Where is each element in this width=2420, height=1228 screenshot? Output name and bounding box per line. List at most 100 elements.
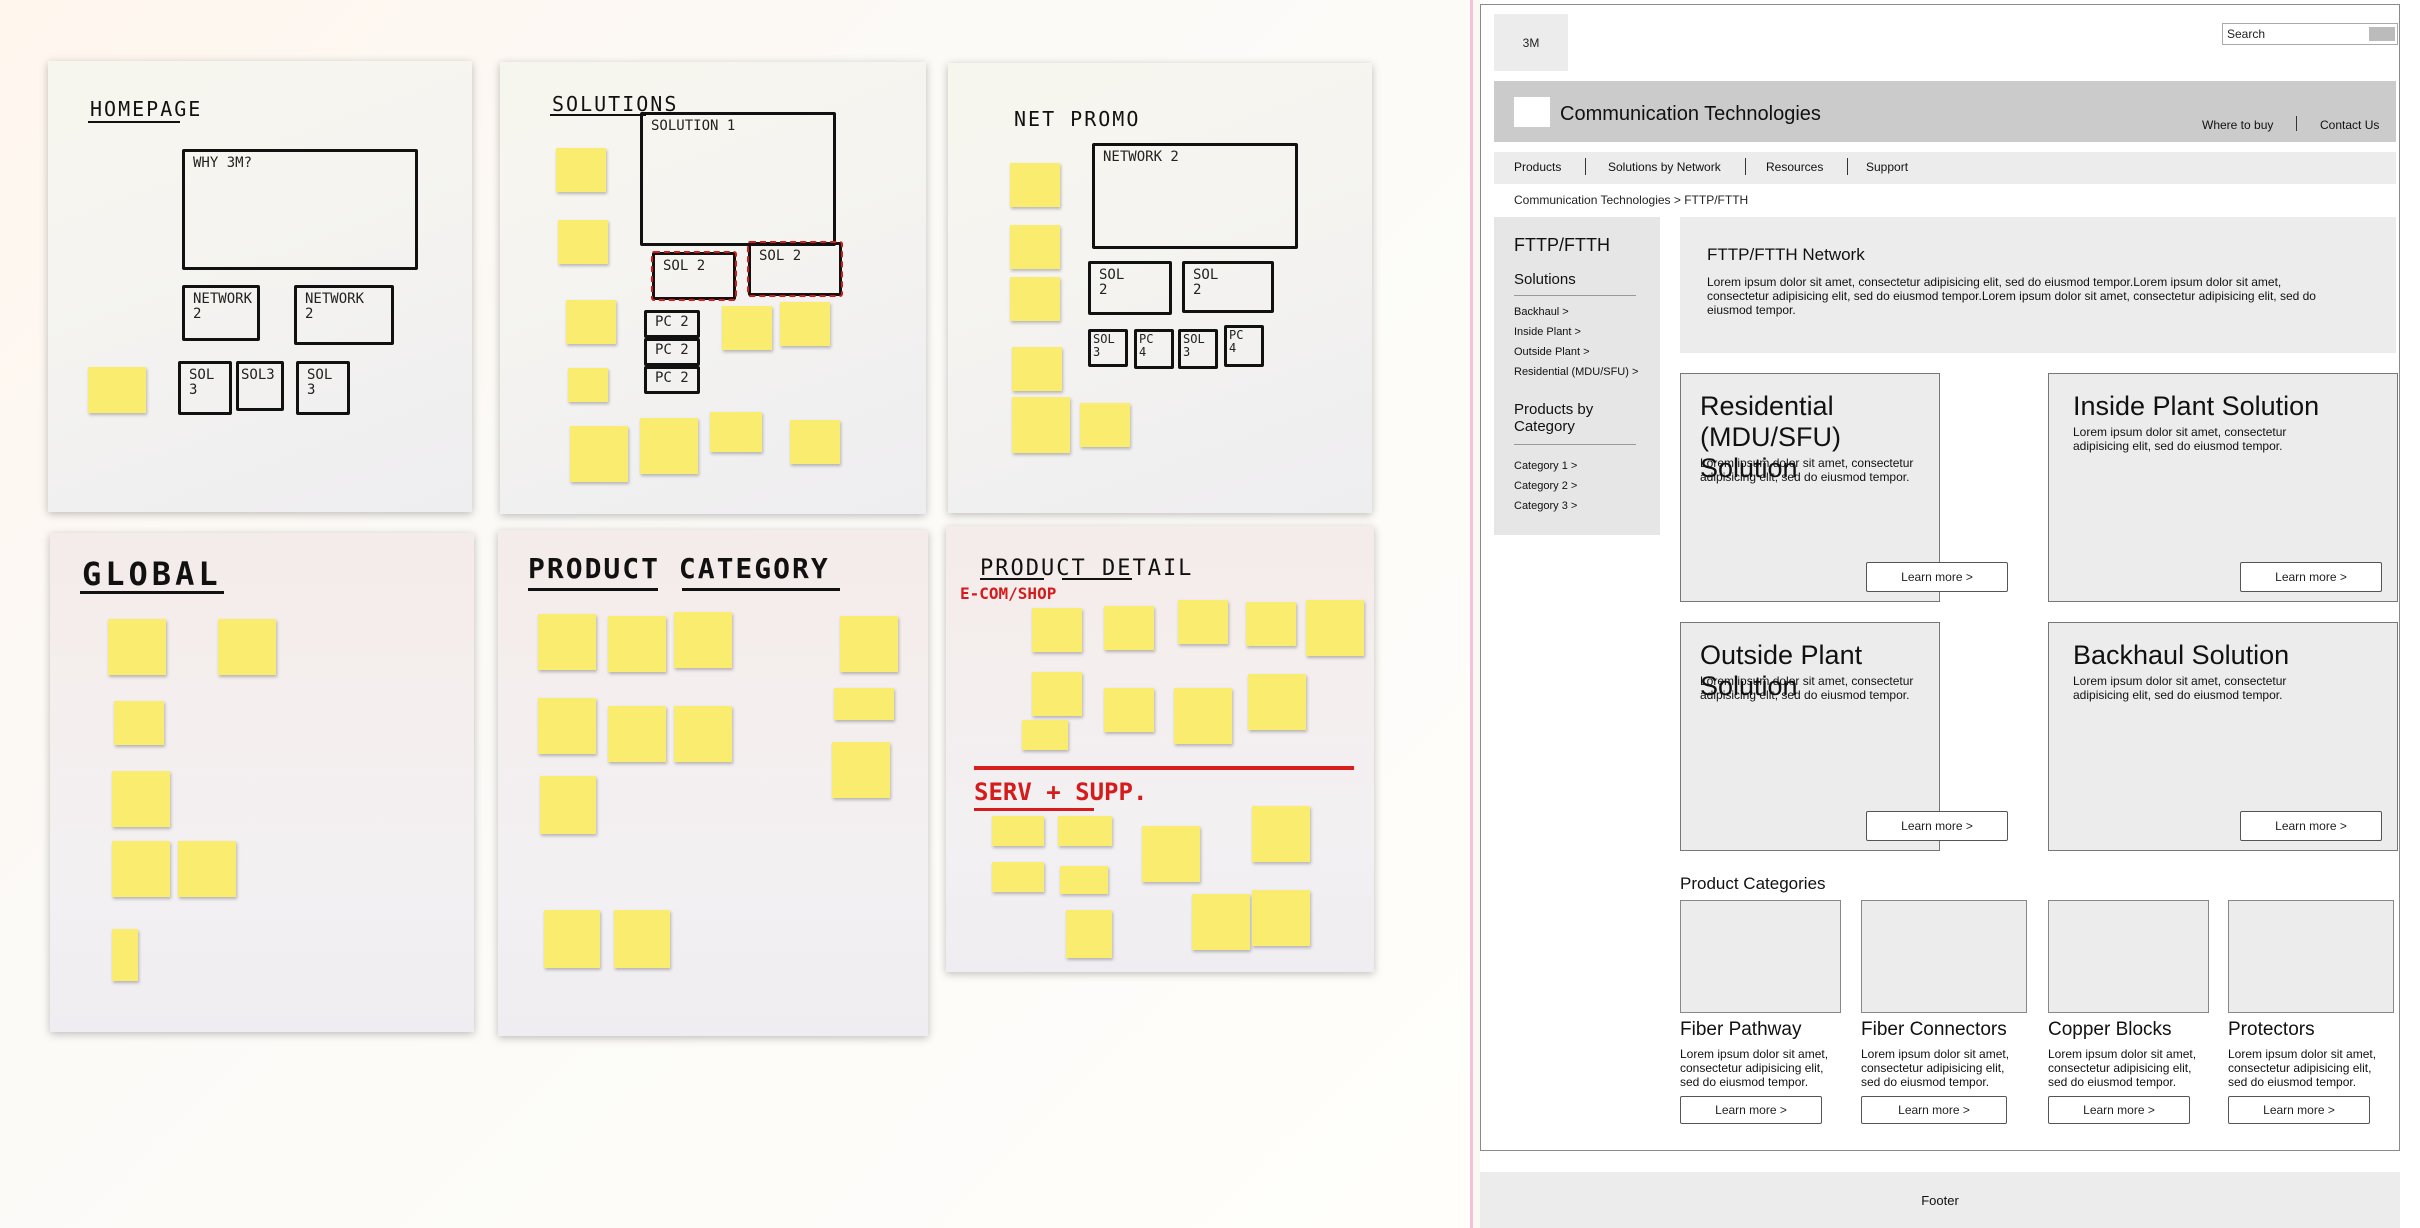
nav-item-support[interactable]: Support <box>1866 160 1908 174</box>
sidebar-item-residential[interactable]: Residential (MDU/SFU) > <box>1514 366 1638 378</box>
sticky-note <box>1080 403 1130 447</box>
product-category-title[interactable]: Fiber Connectors <box>1861 1019 2007 1041</box>
panel-divider <box>1470 0 1473 1228</box>
product-category-title[interactable]: Copper Blocks <box>2048 1019 2172 1041</box>
sketch-hero-box: WHY 3M? <box>182 149 418 270</box>
sticky-note <box>112 929 138 981</box>
product-category-body: Lorem ipsum dolor sit amet, consectetur … <box>2048 1047 2197 1089</box>
sticky-note <box>1010 277 1060 321</box>
solution-card-title: Inside Plant Solution <box>2073 391 2320 421</box>
sketch-pc-box: PC 2 <box>644 310 700 338</box>
sketch-underline <box>682 588 840 591</box>
sticky-note <box>1142 826 1200 882</box>
learn-more-button[interactable]: Learn more > <box>2228 1096 2370 1124</box>
photo-global-sketch: GLOBAL <box>50 533 474 1032</box>
sketch-sol-box: SOL 3 <box>296 361 350 415</box>
brand-logo[interactable]: 3M <box>1494 14 1568 71</box>
solution-card-body: Lorem ipsum dolor sit amet, consectetur … <box>1700 456 1914 484</box>
product-category-title[interactable]: Protectors <box>2228 1019 2315 1041</box>
sticky-note <box>570 426 628 482</box>
product-image-placeholder[interactable] <box>2228 900 2394 1013</box>
sticky-note <box>1012 397 1070 453</box>
solution-card-body: Lorem ipsum dolor sit amet, consectetur … <box>2073 425 2287 453</box>
sketch-hero-box: SOLUTION 1 <box>640 112 836 246</box>
sketch-title: NET PROMO <box>1014 107 1141 131</box>
sticky-note <box>834 688 894 720</box>
nav-item-products[interactable]: Products <box>1514 160 1561 174</box>
learn-more-button[interactable]: Learn more > <box>1866 562 2008 592</box>
sketch-sol-box: SOL 3 <box>178 361 232 415</box>
solution-card-body: Lorem ipsum dolor sit amet, consectetur … <box>2073 674 2287 702</box>
sticky-note <box>1022 720 1068 750</box>
sketch-sub-box: SOL 3 <box>1178 329 1218 369</box>
sketch-title: GLOBAL <box>82 555 222 593</box>
nav-separator <box>1585 158 1586 175</box>
sidebar-item-category-2[interactable]: Category 2 > <box>1514 480 1577 492</box>
sticky-note <box>114 701 164 745</box>
sticky-note <box>1306 600 1364 656</box>
breadcrumb[interactable]: Communication Technologies > FTTP/FTTH <box>1514 193 1748 207</box>
sticky-note <box>992 816 1044 846</box>
sidebar-item-category-3[interactable]: Category 3 > <box>1514 500 1577 512</box>
sticky-note <box>1060 866 1108 894</box>
learn-more-button[interactable]: Learn more > <box>1680 1096 1822 1124</box>
sticky-note <box>1104 688 1154 732</box>
sticky-note <box>1104 606 1154 650</box>
sketch-underline <box>974 808 1094 811</box>
solution-card-body: Lorem ipsum dolor sit amet, consectetur … <box>1700 674 1914 702</box>
sticky-note <box>1246 602 1296 646</box>
sticky-note <box>112 841 170 897</box>
nav-item-resources[interactable]: Resources <box>1766 160 1823 174</box>
sketch-sol-box: SOL3 <box>236 361 284 411</box>
sticky-note <box>722 306 772 350</box>
sticky-note <box>538 614 596 670</box>
sticky-note <box>218 619 276 675</box>
learn-more-button[interactable]: Learn more > <box>1861 1096 2007 1124</box>
sketch-sol-box: SOL 2 <box>1088 261 1172 315</box>
learn-more-button[interactable]: Learn more > <box>2240 562 2382 592</box>
footer: Footer <box>1480 1172 2400 1228</box>
sidebar-item-backhaul[interactable]: Backhaul > <box>1514 306 1569 318</box>
product-categories-heading: Product Categories <box>1680 874 1826 893</box>
sidebar-item-inside-plant[interactable]: Inside Plant > <box>1514 326 1581 338</box>
sticky-note <box>1248 674 1306 730</box>
learn-more-button[interactable]: Learn more > <box>2048 1096 2190 1124</box>
section-divider <box>974 766 1354 770</box>
learn-more-button[interactable]: Learn more > <box>2240 811 2382 841</box>
product-category-body: Lorem ipsum dolor sit amet, consectetur … <box>1861 1047 2010 1089</box>
sticky-note <box>840 616 898 672</box>
sticky-note <box>108 619 166 675</box>
sketch-sub-box: PC 4 <box>1134 329 1174 369</box>
learn-more-button[interactable]: Learn more > <box>1866 811 2008 841</box>
sticky-note <box>608 706 666 762</box>
sketch-underline <box>528 588 658 591</box>
sketch-title: HOMEPAGE <box>90 97 203 121</box>
sketch-title: PRODUCT CATEGORY <box>528 552 830 585</box>
nav-separator <box>1847 158 1848 175</box>
sidebar-item-outside-plant[interactable]: Outside Plant > <box>1514 346 1590 358</box>
product-image-placeholder[interactable] <box>1861 900 2027 1013</box>
contact-us-link[interactable]: Contact Us <box>2320 118 2379 132</box>
sticky-note <box>608 616 666 672</box>
sidebar-category-label: Category <box>1514 418 1575 435</box>
sidebar-item-category-1[interactable]: Category 1 > <box>1514 460 1577 472</box>
sketch-sub-box: PC 4 <box>1224 325 1264 367</box>
nav-item-solutions-by-network[interactable]: Solutions by Network <box>1608 160 1721 174</box>
product-image-placeholder[interactable] <box>2048 900 2209 1013</box>
product-image-placeholder[interactable] <box>1680 900 1841 1013</box>
site-title: Communication Technologies <box>1560 103 1821 125</box>
search-button[interactable] <box>2369 27 2395 41</box>
product-category-title[interactable]: Fiber Pathway <box>1680 1019 1801 1041</box>
sticky-note <box>544 910 600 968</box>
photo-product-detail-sketch: PRODUCT DETAIL E-COM/SHOP SERV + SUPP. <box>946 526 1374 972</box>
search-placeholder: Search <box>2227 27 2266 41</box>
sidebar-solutions-label: Solutions <box>1514 271 1576 288</box>
product-category-body: Lorem ipsum dolor sit amet, consectetur … <box>1680 1047 1829 1089</box>
intro-body: Lorem ipsum dolor sit amet, consectetur … <box>1707 275 2316 317</box>
sticky-note <box>640 418 698 474</box>
where-to-buy-link[interactable]: Where to buy <box>2202 118 2273 132</box>
sketch-underline <box>980 578 1044 580</box>
sticky-note <box>710 412 762 452</box>
sketch-pc-box: PC 2 <box>644 366 700 394</box>
search-input[interactable]: Search <box>2222 23 2398 45</box>
